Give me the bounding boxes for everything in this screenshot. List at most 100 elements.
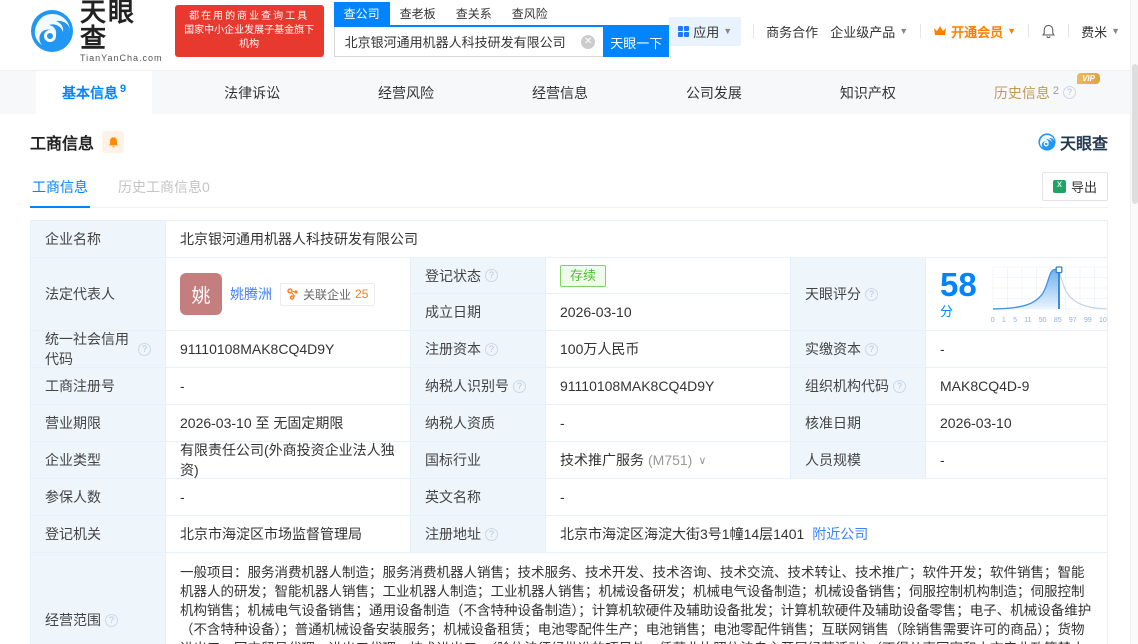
reg-status-value: 存续 [546,258,791,294]
chart-tick: 0 [990,316,995,324]
taxpayer-id-value: 91110108MAK8CQ4D9Y [546,368,791,405]
help-icon[interactable]: ? [105,613,118,627]
tab-intellectual-property[interactable]: 知识产权 [814,71,922,114]
tab-operation-info[interactable]: 经营信息 [506,71,614,114]
org-code-value: MAK8CQ4D-9 [926,368,1107,405]
nav-open-vip[interactable]: 开通会员 ▼ [933,22,1016,41]
chart-tick: 11 [1024,316,1032,324]
industry-label: 国标行业 [411,442,546,479]
legal-rep-value: 姚 姚腾洲 关联企业 25 [166,258,411,331]
crown-icon [934,26,947,35]
notification-bell-icon[interactable] [1041,24,1056,39]
tab-basic-info[interactable]: 基本信息 9 [36,71,153,114]
chart-tick: 100 [1099,316,1107,324]
subscribe-bell-chip[interactable] [102,131,125,153]
score-distribution-chart: 015 11 50 85 97 99 100 [991,265,1107,324]
taxpayer-qualification-label: 纳税人资质 [411,405,546,442]
english-name-label: 英文名称 [411,479,546,516]
help-icon[interactable]: ? [138,342,151,356]
tab-label: 基本信息 [62,84,118,101]
tab-operation-risk[interactable]: 经营风险 [352,71,460,114]
business-scope-value: 一般项目：服务消费机器人制造；服务消费机器人销售；技术服务、技术开发、技术咨询、… [166,553,1107,644]
chevron-down-icon[interactable]: ∨ [698,454,706,467]
tab-label: 公司发展 [685,84,742,101]
score-value[interactable]: 58分 0 1 5 11 50 85 97 99 10 [926,258,1107,331]
reg-capital-label: 注册资本? [411,331,546,368]
chart-x-ticks: 015 11 50 85 97 99 100 [991,317,1107,324]
reg-address-label: 注册地址? [411,516,546,553]
slogan-badge: 都在用的商业查询工具 国家中小企业发展子基金旗下机构 [174,5,324,57]
reg-address-value: 北京市海淀区海淀大街3号1幢14层1401 附近公司 [546,516,1107,553]
vip-badge: VIP [1077,73,1100,84]
nav-apps-label: 应用 [693,24,720,40]
score-label: 天眼评分? [791,258,926,331]
help-icon[interactable]: ? [865,287,878,301]
search-tab-boss[interactable]: 查老板 [390,2,446,25]
divider [920,24,922,38]
nav-enterprise-products[interactable]: 企业级产品 ▼ [830,22,908,41]
chevron-down-icon: ▼ [899,26,909,36]
chart-tick: 85 [1053,316,1062,324]
related-count: 25 [355,287,369,301]
industry-value[interactable]: 技术推广服务 (M751) ∨ [546,442,791,479]
tab-label: 经营信息 [531,84,588,101]
status-badge: 存续 [560,264,607,287]
export-button[interactable]: 导出 [1041,172,1108,201]
tianyancha-logo[interactable]: 天眼查 TianYanCha.com [30,0,163,63]
divider [753,24,755,38]
business-term-value: 2026-03-10 至 无固定期限 [166,405,411,442]
related-label: 关联企业 [303,287,352,302]
tab-label: 历史信息 [993,84,1050,101]
top-nav: 应用 ▼ 商务合作 企业级产品 ▼ 开通会员 ▼ 费米 ▼ [669,16,1120,46]
taxpayer-id-label: 纳税人识别号? [411,368,546,405]
nav-business-cooperation[interactable]: 商务合作 [766,22,818,41]
avatar[interactable]: 姚 [180,273,222,315]
legal-rep-label: 法定代表人 [31,258,166,331]
related-companies-badge[interactable]: 关联企业 25 [280,282,376,306]
company-name-label: 企业名称 [31,221,166,258]
help-icon[interactable]: ? [1062,86,1076,99]
tianyancha-logo-icon [31,10,73,52]
scrollbar-thumb[interactable] [1132,64,1138,204]
help-icon[interactable]: ? [485,342,498,356]
industry-code: (M751) [648,452,693,468]
tab-company-development[interactable]: 公司发展 [660,71,768,114]
section-title: 工商信息 [30,136,95,153]
help-icon[interactable]: ? [513,379,526,393]
business-scope-label: 经营范围? [31,553,166,644]
company-type-value: 有限责任公司(外商投资企业法人独资) [166,442,411,479]
insured-count-value: - [166,479,411,516]
nearby-companies-link[interactable]: 附近公司 [812,524,868,544]
search-input[interactable] [333,27,604,57]
reg-authority-value: 北京市海淀区市场监督管理局 [166,516,411,553]
nav-biz-label: 商务合作 [766,24,819,40]
nav-apps[interactable]: 应用 ▼ [669,16,742,46]
search-tab-relation[interactable]: 查关系 [446,2,502,25]
nav-user[interactable]: 费米 ▼ [1081,22,1120,41]
help-icon[interactable]: ? [485,527,498,541]
tab-label: 知识产权 [839,84,896,101]
company-name-value: 北京银河通用机器人科技研发有限公司 [166,221,1107,258]
reg-number-label: 工商注册号 [31,368,166,405]
search-tab-risk[interactable]: 查风险 [502,2,558,25]
search-tab-company[interactable]: 查公司 [333,2,390,25]
help-icon[interactable]: ? [485,269,498,282]
relation-graph-icon [287,288,298,300]
divider [1028,24,1030,38]
tab-history-info[interactable]: VIP 历史信息 2 ? [968,71,1102,114]
brand-name: 天眼查 [80,0,137,53]
bell-icon [108,136,118,147]
tab-legal-litigation[interactable]: 法律诉讼 [198,71,306,114]
credit-code-label: 统一社会信用代码? [31,331,166,368]
search-button[interactable]: 天眼一下 [603,27,670,57]
est-date-label: 成立日期 [411,294,546,331]
subtab-history-business-info[interactable]: 历史工商信息0 [116,177,212,207]
approval-date-label: 核准日期 [791,405,926,442]
subtab-business-info[interactable]: 工商信息 [30,177,90,208]
scrollbar[interactable] [1130,0,1138,644]
legal-rep-name-link[interactable]: 姚腾洲 [230,284,272,304]
slogan-line1: 都在用的商业查询工具 [189,11,310,22]
help-icon[interactable]: ? [893,379,906,393]
divider [1068,24,1070,38]
help-icon[interactable]: ? [865,342,878,356]
